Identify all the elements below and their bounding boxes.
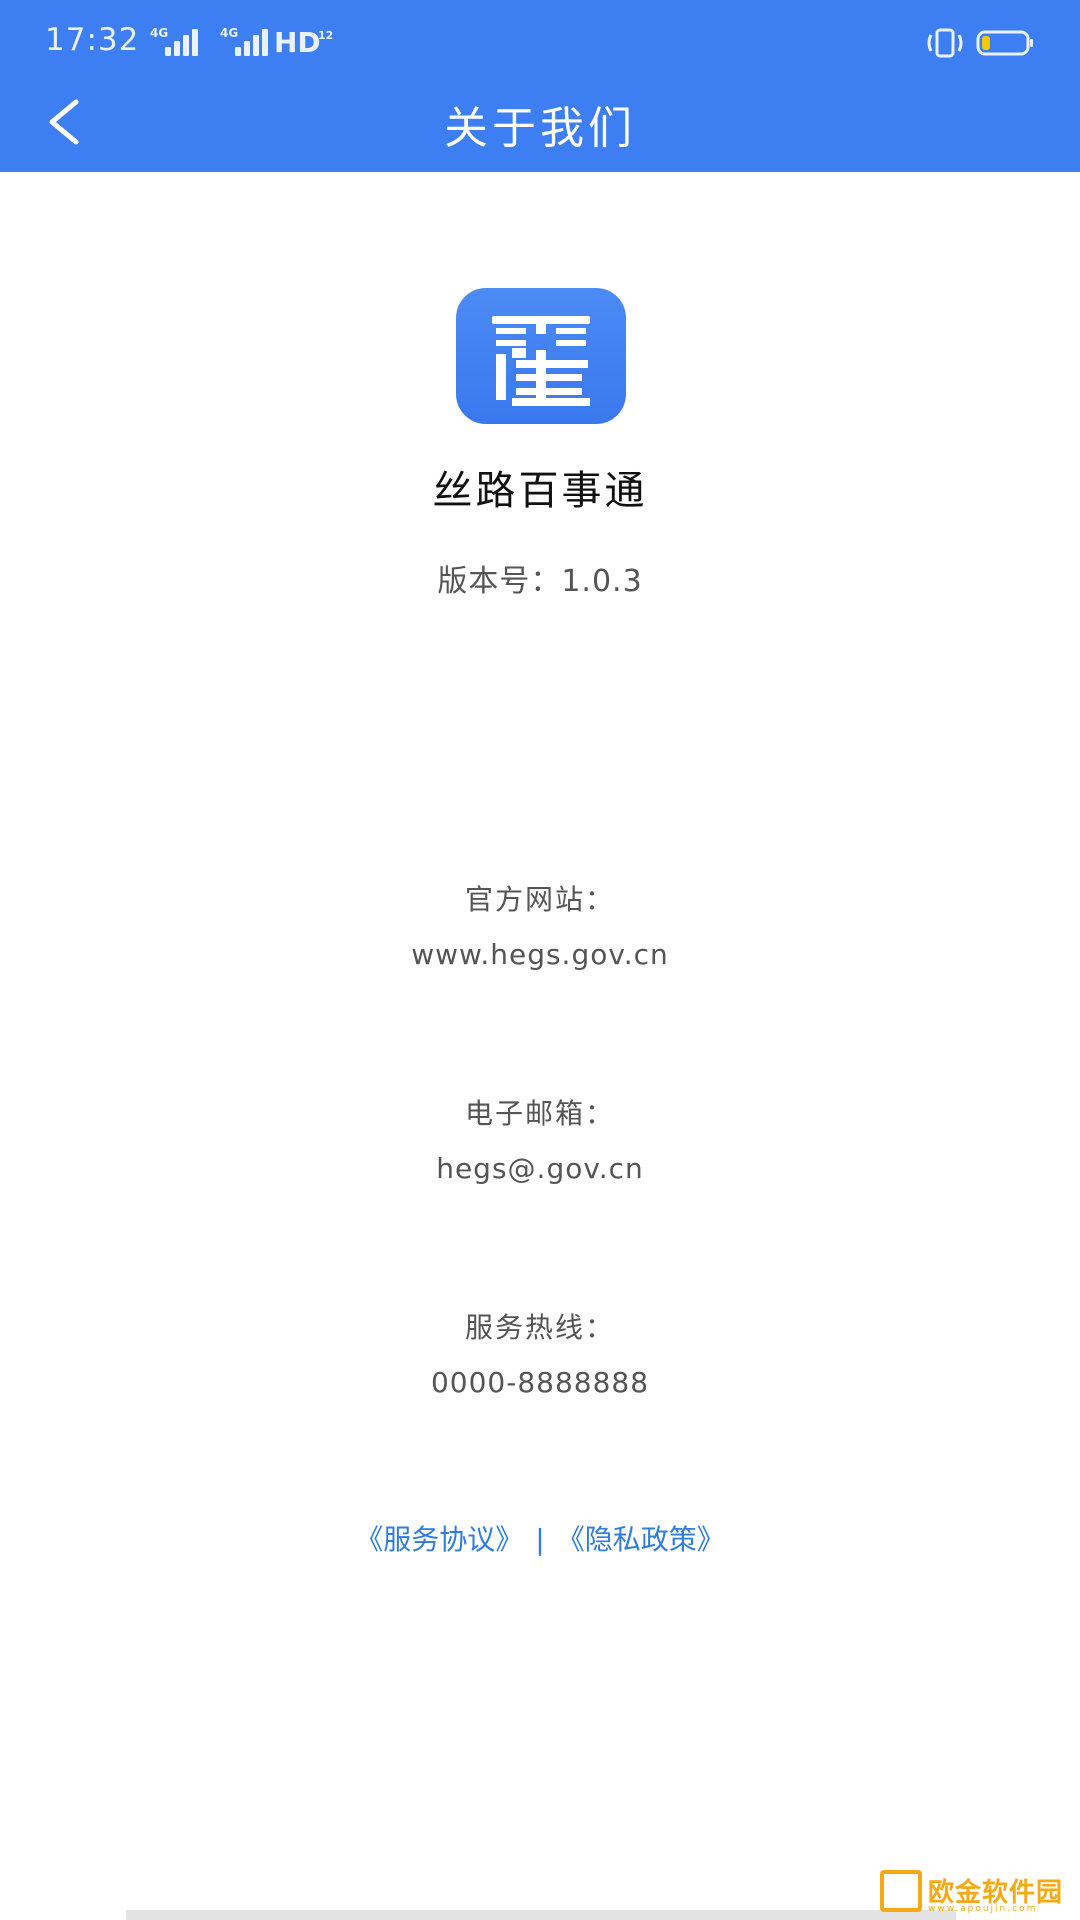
app-header: 17:32 4G 4G HD 12 关于我们 [0, 0, 1080, 172]
hd-label: HD [274, 26, 321, 59]
hotline-label: 服务热线： [464, 1311, 615, 1344]
page-title: 关于我们 [444, 103, 636, 154]
battery-icon [976, 30, 1033, 56]
hotline-value: 0000-8888888 [430, 1366, 650, 1399]
policy-links: 《服务协议》 | 《隐私政策》 [0, 1518, 1080, 1558]
watermark: 欧金软件园 www.apoujin.com [880, 1870, 1076, 1916]
email-value: hegs@.gov.cn [436, 1152, 644, 1185]
status-time: 17:32 [45, 22, 140, 58]
website-label: 官方网站： [464, 883, 615, 916]
app-version: 版本号：1.0.3 [437, 564, 643, 599]
email-label: 电子邮箱： [464, 1097, 615, 1130]
hd-sub-label: 12 [318, 29, 334, 42]
app-logo-icon [492, 316, 590, 406]
watermark-logo-icon [880, 1870, 922, 1912]
vibrate-icon [927, 28, 963, 58]
privacy-policy-link[interactable]: 《隐私政策》 [557, 1523, 725, 1556]
status-bar: 17:32 4G 4G HD 12 [0, 0, 1080, 88]
website-value: www.hegs.gov.cn [411, 938, 669, 971]
bottom-scroll-strip [126, 1910, 956, 1920]
app-name: 丝路百事通 [432, 468, 648, 514]
watermark-url: www.apoujin.com [928, 1904, 1038, 1914]
service-agreement-link[interactable]: 《服务协议》 [355, 1523, 523, 1556]
app-logo [456, 288, 626, 424]
link-separator: | [535, 1523, 545, 1556]
